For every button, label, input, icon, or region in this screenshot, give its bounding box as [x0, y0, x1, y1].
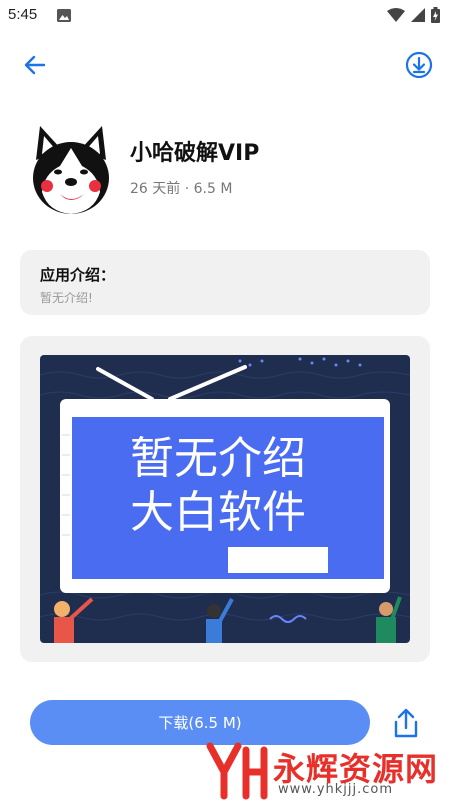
- watermark: 永辉资源网 www.yhkjjj.com: [200, 742, 450, 800]
- watermark-url: www.yhkjjj.com: [278, 782, 394, 797]
- share-icon[interactable]: [390, 706, 422, 740]
- download-circle-icon[interactable]: [404, 50, 434, 80]
- gallery-notification-icon: [57, 9, 71, 22]
- status-time: 5:45: [8, 6, 38, 23]
- app-meta: 26 天前 · 6.5 M: [130, 181, 233, 197]
- cellular-signal-icon: [411, 8, 425, 22]
- description-body: 暂无介绍!: [40, 291, 93, 305]
- husky-app-logo: [33, 126, 109, 214]
- app-name: 小哈破解VIP: [130, 141, 260, 166]
- back-arrow-icon[interactable]: [20, 50, 50, 80]
- promo-banner-image[interactable]: 暂无介绍 大白软件: [40, 355, 410, 643]
- banner-line1: 暂无介绍: [130, 433, 306, 484]
- status-icons: [387, 7, 440, 23]
- banner-line2: 大白软件: [130, 487, 306, 538]
- download-button[interactable]: 下载(6.5 M): [30, 700, 370, 745]
- status-bar: 5:45: [0, 0, 450, 32]
- battery-icon: [431, 7, 440, 23]
- wifi-icon: [387, 8, 405, 22]
- description-title: 应用介绍：: [40, 266, 116, 284]
- watermark-logo-icon: [206, 742, 268, 800]
- description-card: 应用介绍： 暂无介绍!: [20, 250, 430, 315]
